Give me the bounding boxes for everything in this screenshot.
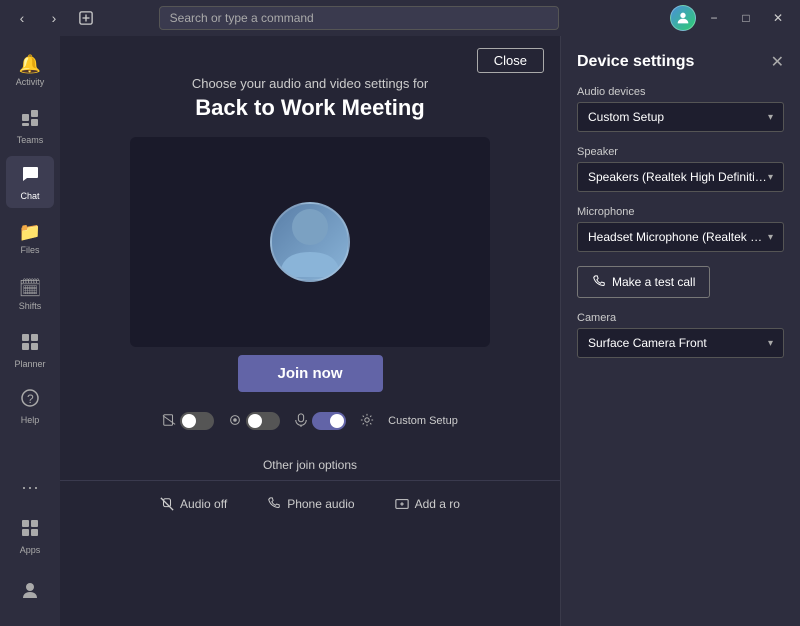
sidebar-item-apps[interactable]: Apps (6, 510, 54, 562)
device-settings-panel: Device settings ✕ Audio devices Custom S… (560, 36, 800, 626)
user-avatar[interactable] (670, 5, 696, 31)
audio-devices-label: Audio devices (577, 86, 784, 98)
blur-toggle[interactable] (246, 412, 280, 430)
sidebar-item-activity[interactable]: 🔔 Activity (6, 44, 54, 96)
forward-button[interactable]: › (40, 4, 68, 32)
window-close-button[interactable]: ✕ (764, 4, 792, 32)
camera-section: Camera Surface Camera Front ▾ (577, 312, 784, 358)
sidebar-item-activity-label: Activity (16, 77, 45, 87)
device-settings-header: Device settings ✕ (577, 52, 784, 72)
camera-label: Camera (577, 312, 784, 324)
speaker-section: Speaker Speakers (Realtek High Definitio… (577, 146, 784, 192)
mic-icon (294, 413, 308, 430)
sidebar-item-planner-label: Planner (14, 359, 45, 369)
mic-control (294, 412, 346, 430)
audio-devices-value: Custom Setup (588, 110, 768, 124)
speaker-select[interactable]: Speakers (Realtek High Definition Au... … (577, 162, 784, 192)
sidebar: 🔔 Activity Teams Chat 📁 (0, 36, 60, 626)
chat-icon (20, 164, 40, 189)
meeting-panel: Close Choose your audio and video settin… (60, 36, 560, 626)
audio-devices-select[interactable]: Custom Setup ▾ (577, 102, 784, 132)
microphone-section: Microphone Headset Microphone (Realtek H… (577, 206, 784, 252)
video-off-icon (162, 413, 176, 430)
meeting-subtitle: Choose your audio and video settings for (192, 76, 428, 91)
meeting-header: Choose your audio and video settings for… (192, 76, 428, 121)
mic-toggle[interactable] (312, 412, 346, 430)
sidebar-item-teams[interactable]: Teams (6, 100, 54, 152)
sidebar-item-help-label: Help (21, 415, 40, 425)
make-test-call-label: Make a test call (612, 275, 695, 289)
audio-off-label: Audio off (180, 497, 227, 511)
microphone-value: Headset Microphone (Realtek High D... (588, 230, 768, 244)
phone-audio-button[interactable]: Phone audio (247, 489, 374, 519)
camera-value: Surface Camera Front (588, 336, 768, 350)
compose-button[interactable] (72, 4, 100, 32)
blur-control (228, 412, 280, 430)
files-icon: 📁 (19, 222, 41, 243)
titlebar-nav: ‹ › (8, 4, 100, 32)
device-settings-title: Device settings (577, 53, 694, 71)
close-meeting-button[interactable]: Close (477, 48, 544, 73)
controls-row: Custom Setup (146, 404, 474, 438)
settings-icon (360, 413, 374, 430)
camera-select[interactable]: Surface Camera Front ▾ (577, 328, 784, 358)
sidebar-item-files-label: Files (20, 245, 39, 255)
add-room-button[interactable]: Add a ro (375, 489, 480, 519)
search-bar[interactable]: Search or type a command (159, 6, 559, 30)
phone-audio-label: Phone audio (287, 497, 354, 511)
video-preview (130, 137, 490, 347)
sidebar-item-help[interactable]: ? Help (6, 380, 54, 432)
microphone-select[interactable]: Headset Microphone (Realtek High D... ▾ (577, 222, 784, 252)
back-button[interactable]: ‹ (8, 4, 36, 32)
other-join-options: Other join options Audio off Phone au (60, 458, 560, 519)
audio-devices-section: Audio devices Custom Setup ▾ (577, 86, 784, 132)
audio-devices-chevron: ▾ (768, 112, 773, 123)
sidebar-item-files[interactable]: 📁 Files (6, 212, 54, 264)
blur-icon (228, 413, 242, 430)
help-icon: ? (20, 388, 40, 413)
speaker-chevron: ▾ (768, 172, 773, 183)
search-placeholder: Search or type a command (170, 11, 314, 25)
activity-icon: 🔔 (19, 54, 41, 75)
me-icon (20, 580, 40, 605)
other-options-label: Other join options (60, 458, 560, 472)
audio-off-button[interactable]: Audio off (140, 489, 247, 519)
sidebar-item-chat[interactable]: Chat (6, 156, 54, 208)
user-video-avatar (270, 202, 350, 282)
video-control (162, 412, 214, 430)
sidebar-item-me[interactable] (6, 566, 54, 618)
titlebar-right: − □ ✕ (670, 4, 792, 32)
minimize-button[interactable]: − (700, 4, 728, 32)
apps-icon (20, 518, 40, 543)
svg-text:?: ? (27, 392, 34, 406)
sidebar-item-apps-label: Apps (20, 545, 41, 555)
microphone-label: Microphone (577, 206, 784, 218)
add-room-label: Add a ro (415, 497, 460, 511)
camera-chevron: ▾ (768, 338, 773, 349)
planner-icon (20, 332, 40, 357)
custom-setup-label: Custom Setup (388, 415, 458, 427)
sidebar-item-teams-label: Teams (17, 135, 44, 145)
join-now-button[interactable]: Join now (238, 355, 383, 392)
titlebar: ‹ › Search or type a command − □ ✕ (0, 0, 800, 36)
options-row: Audio off Phone audio (60, 480, 560, 519)
make-test-call-button[interactable]: Make a test call (577, 266, 710, 298)
video-toggle[interactable] (180, 412, 214, 430)
speaker-label: Speaker (577, 146, 784, 158)
device-settings-close-button[interactable]: ✕ (771, 52, 784, 72)
sidebar-item-planner[interactable]: Planner (6, 324, 54, 376)
main-layout: 🔔 Activity Teams Chat 📁 (0, 36, 800, 626)
speaker-value: Speakers (Realtek High Definition Au... (588, 170, 768, 184)
sidebar-item-shifts[interactable]: 🗓 Shifts (6, 268, 54, 320)
content-area: Close Choose your audio and video settin… (60, 36, 800, 626)
meeting-title: Back to Work Meeting (192, 95, 428, 121)
sidebar-item-chat-label: Chat (20, 191, 39, 201)
sidebar-more[interactable]: ··· (13, 469, 47, 506)
shifts-icon: 🗓 (19, 278, 42, 299)
teams-icon (20, 108, 40, 133)
sidebar-item-shifts-label: Shifts (19, 301, 42, 311)
maximize-button[interactable]: □ (732, 4, 760, 32)
microphone-chevron: ▾ (768, 232, 773, 243)
